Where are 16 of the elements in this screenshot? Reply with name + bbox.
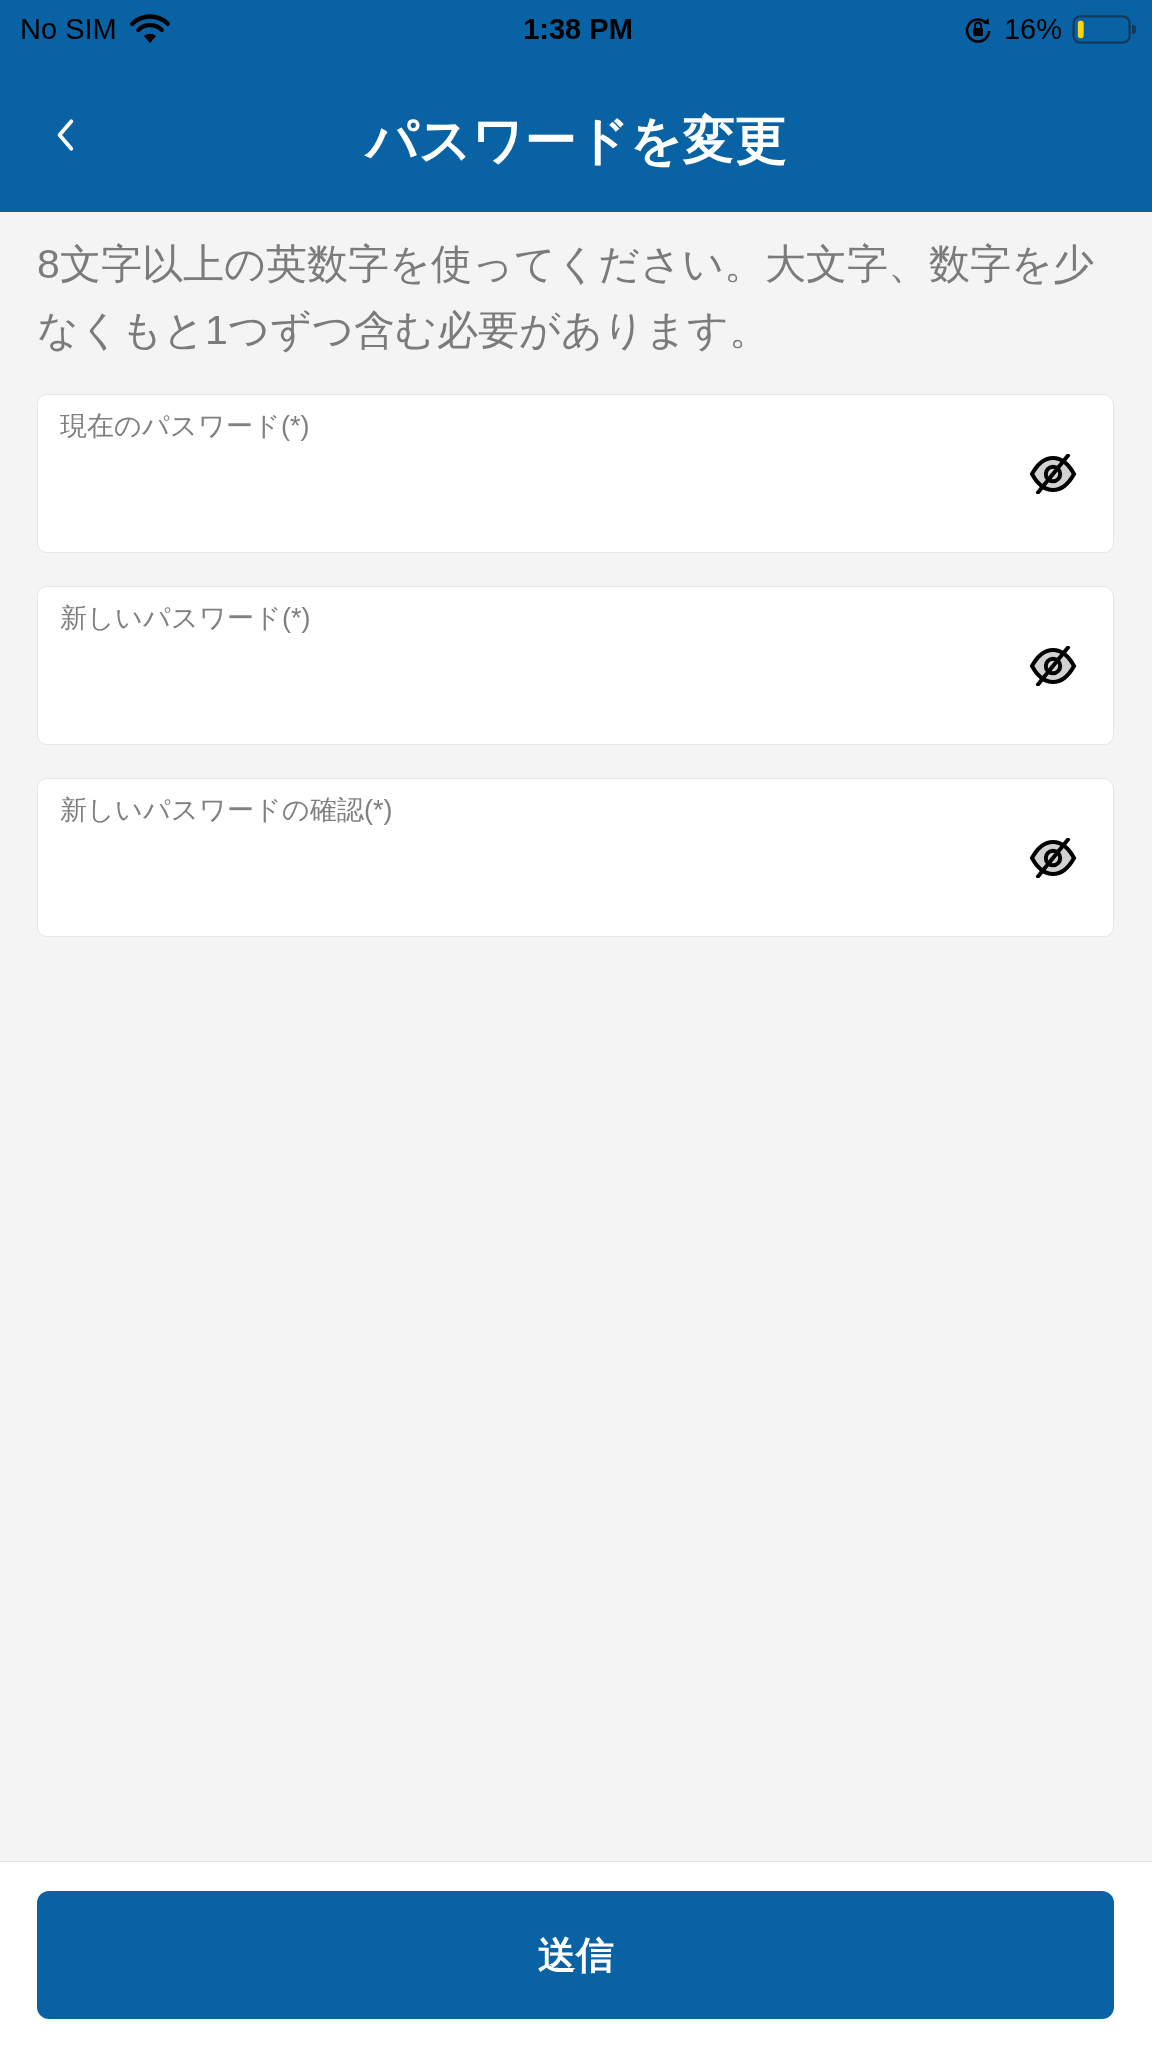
status-time: 1:38 PM — [523, 12, 633, 46]
instruction-text: 8文字以上の英数字を使ってください。大文字、数字を少なくもと1つずつ含む必要があります。 — [37, 240, 1095, 355]
password-field[interactable]: 新しいパスワード(*) — [37, 586, 1114, 745]
carrier-label: No SIM — [20, 12, 117, 46]
submit-button[interactable]: 送信 — [37, 1891, 1114, 2019]
wifi-icon — [128, 14, 171, 44]
battery-icon — [1072, 14, 1136, 44]
password-field[interactable]: 新しいパスワードの確認(*) — [37, 778, 1114, 937]
eye-slash-icon[interactable] — [1029, 645, 1077, 686]
chevron-left-icon[interactable] — [55, 118, 75, 152]
password-field[interactable]: 現在のパスワード(*) — [37, 394, 1114, 553]
battery-percent: 16% — [1003, 12, 1062, 46]
rotation-lock-icon — [963, 15, 992, 43]
eye-slash-icon[interactable] — [1029, 837, 1077, 878]
page-title: パスワードを変更 — [365, 110, 787, 171]
eye-slash-icon[interactable] — [1029, 453, 1077, 494]
